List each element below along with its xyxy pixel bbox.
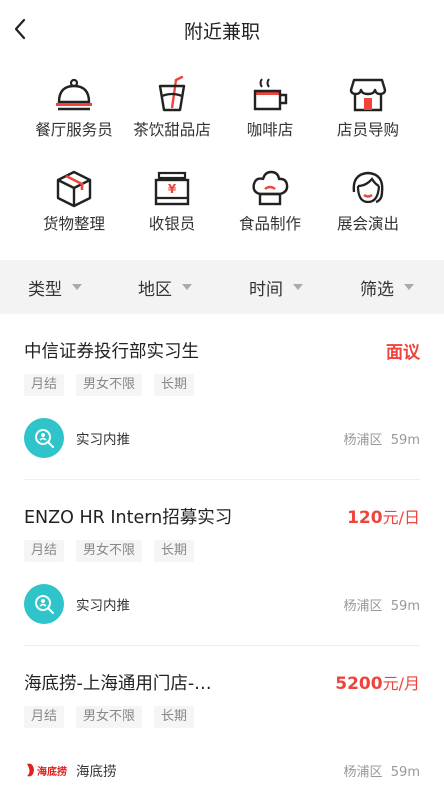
- category-restaurant-waiter[interactable]: 餐厅服务员: [24, 76, 124, 148]
- employer-name: 海底捞: [76, 764, 117, 780]
- job-title: ENZO HR Intern招募实习: [24, 508, 233, 528]
- cloche-icon: [56, 78, 92, 111]
- category-grid: 餐厅服务员 茶饮甜品店 咖啡店 店员导购 货物整理 ¥ 收银员 食品制作 展会演…: [0, 76, 444, 246]
- caret-down-icon: [293, 284, 303, 290]
- job-title: 中信证券投行部实习生: [24, 342, 199, 362]
- job-location: 杨浦区 59m: [344, 595, 421, 614]
- category-label: 茶饮甜品店: [133, 121, 211, 139]
- caret-down-icon: [182, 284, 192, 290]
- avatar: [24, 418, 64, 458]
- job-location: 杨浦区 59m: [344, 429, 421, 448]
- coffee-cup-icon: [253, 78, 288, 111]
- job-card[interactable]: 中信证券投行部实习生 面议 月结 男女不限 长期 实习内推 杨浦区 59m: [0, 314, 444, 480]
- tag-gender: 男女不限: [76, 374, 143, 396]
- salary-unit: 元/月: [382, 674, 420, 693]
- distance: 59m: [390, 599, 420, 614]
- box-icon: [56, 170, 92, 208]
- job-salary: 5200元/月: [335, 670, 420, 694]
- page-title: 附近兼职: [183, 21, 260, 43]
- caret-down-icon: [404, 284, 414, 290]
- employer: 海底捞 海底捞: [24, 750, 117, 790]
- distance: 59m: [390, 433, 420, 448]
- salary-unit: 元/日: [382, 508, 420, 527]
- district: 杨浦区: [343, 433, 383, 448]
- distance: 59m: [390, 765, 420, 780]
- category-goods-sorting[interactable]: 货物整理: [24, 170, 124, 242]
- filter-type[interactable]: 类型: [28, 260, 82, 314]
- storefront-icon: [349, 78, 387, 112]
- tag-duration: 长期: [154, 706, 195, 728]
- header: 附近兼职: [0, 0, 444, 60]
- category-label: 店员导购: [336, 121, 399, 139]
- category-label: 餐厅服务员: [35, 121, 113, 139]
- search-person-icon: [35, 429, 54, 448]
- category-label: 食品制作: [238, 215, 301, 233]
- caret-down-icon: [72, 284, 82, 290]
- job-location: 杨浦区 59m: [344, 761, 421, 780]
- district: 杨浦区: [343, 599, 383, 614]
- filter-time[interactable]: 时间: [249, 260, 303, 314]
- tag-settlement: 月结: [24, 540, 65, 562]
- logo-text: 海底捞: [37, 765, 67, 778]
- haidilao-logo: 海底捞: [24, 760, 68, 780]
- filter-label: 地区: [138, 279, 172, 300]
- employer: 实习内推: [24, 418, 130, 458]
- category-label: 咖啡店: [246, 121, 294, 139]
- category-tea-dessert[interactable]: 茶饮甜品店: [122, 76, 222, 148]
- chef-hat-icon: [252, 170, 289, 206]
- employer: 实习内推: [24, 584, 130, 624]
- job-card[interactable]: ENZO HR Intern招募实习 120元/日 月结 男女不限 长期 实习内…: [0, 480, 444, 646]
- haidilao-logo-icon: 海底捞: [27, 763, 67, 778]
- tag-gender: 男女不限: [76, 540, 143, 562]
- category-cashier[interactable]: ¥ 收银员: [122, 170, 222, 242]
- svg-text:¥: ¥: [168, 182, 177, 196]
- employer-name: 实习内推: [76, 432, 130, 448]
- tag-duration: 长期: [154, 540, 195, 562]
- tag-settlement: 月结: [24, 706, 65, 728]
- filter-bar: 类型 地区 时间 筛选: [0, 260, 444, 314]
- category-label: 货物整理: [42, 215, 105, 233]
- job-tags: 月结 男女不限 长期: [24, 706, 206, 728]
- search-person-icon: [35, 595, 54, 614]
- tag-settlement: 月结: [24, 374, 65, 396]
- category-label: 展会演出: [336, 215, 399, 233]
- salary-amount: 120: [347, 508, 383, 528]
- district: 杨浦区: [343, 765, 383, 780]
- filter-area[interactable]: 地区: [138, 260, 192, 314]
- category-label: 收银员: [148, 215, 196, 233]
- tag-duration: 长期: [154, 374, 195, 396]
- filter-screen[interactable]: 筛选: [360, 260, 414, 314]
- job-tags: 月结 男女不限 长期: [24, 540, 206, 562]
- salary-amount: 面议: [386, 343, 420, 363]
- salary-amount: 5200: [335, 674, 383, 694]
- tag-gender: 男女不限: [76, 706, 143, 728]
- job-salary: 120元/日: [347, 504, 420, 528]
- category-food-making[interactable]: 食品制作: [220, 170, 320, 242]
- category-coffee-shop[interactable]: 咖啡店: [220, 76, 320, 148]
- job-title: 海底捞-上海通用门店-…: [24, 674, 212, 694]
- performer-icon: [352, 171, 384, 204]
- cash-register-icon: ¥: [154, 171, 190, 206]
- filter-label: 时间: [249, 279, 283, 300]
- filter-label: 筛选: [360, 279, 394, 300]
- drink-cup-icon: [158, 76, 186, 112]
- job-salary: 面议: [386, 338, 420, 363]
- employer-name: 实习内推: [76, 598, 130, 614]
- avatar: [24, 584, 64, 624]
- category-exhibition-show[interactable]: 展会演出: [318, 170, 418, 242]
- category-shop-assistant[interactable]: 店员导购: [318, 76, 418, 148]
- job-card[interactable]: 海底捞-上海通用门店-… 5200元/月 月结 男女不限 长期 海底捞 海底捞 …: [0, 646, 444, 794]
- job-tags: 月结 男女不限 长期: [24, 374, 206, 396]
- filter-label: 类型: [28, 279, 62, 300]
